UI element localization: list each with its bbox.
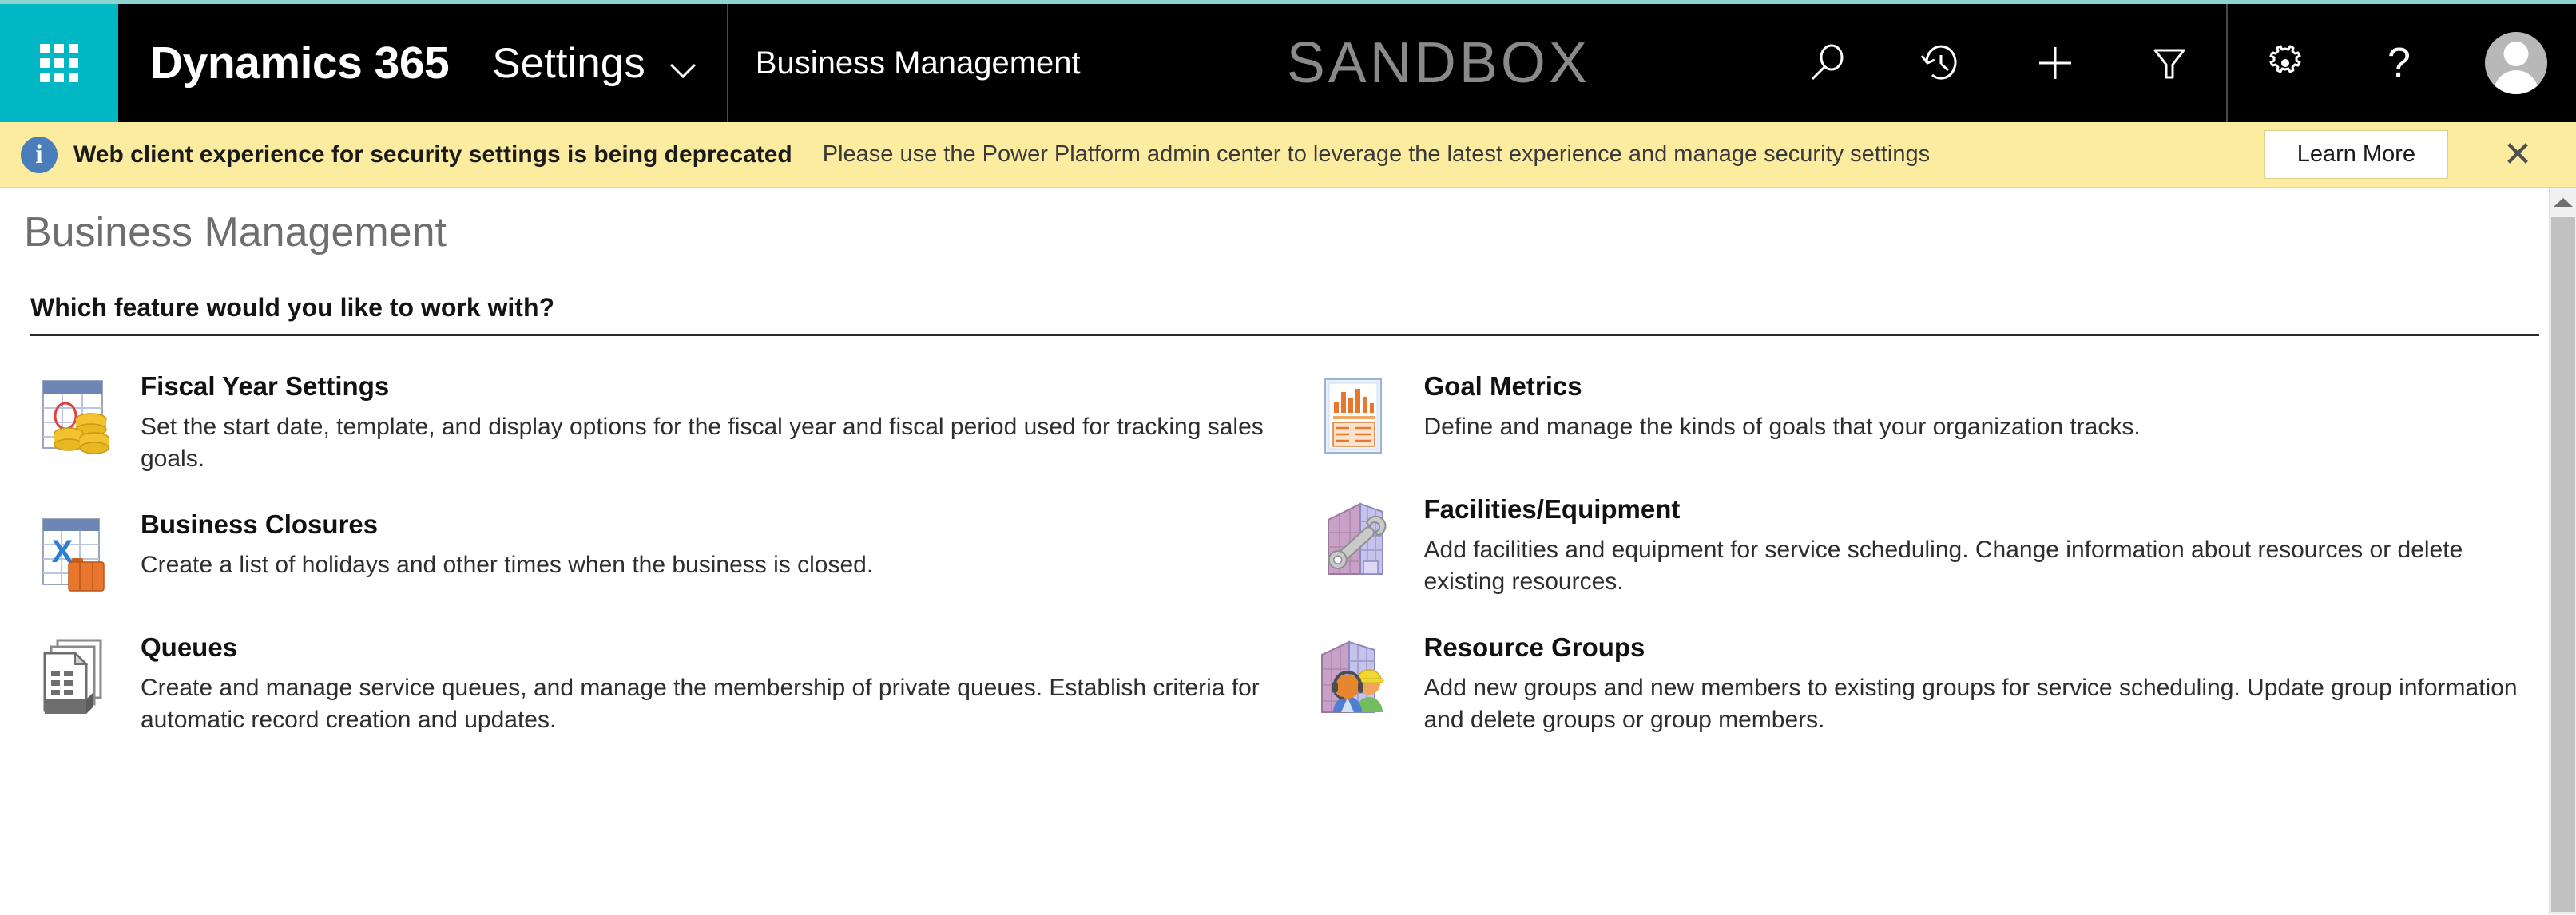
feature-title: Goal Metrics — [1423, 371, 1582, 401]
feature-description: Define and manage the kinds of goals tha… — [1423, 413, 2141, 440]
feature-text: Fiscal Year Settings Set the start date,… — [141, 371, 1264, 476]
feature-title: Fiscal Year Settings — [141, 371, 390, 401]
feature-item-fiscal-year-settings[interactable]: Fiscal Year Settings Set the start date,… — [30, 354, 1264, 492]
learn-more-button[interactable]: Learn More — [2264, 130, 2448, 179]
feature-column-right: Goal Metrics Define and manage the kinds… — [1311, 354, 2545, 753]
feature-column-left: Fiscal Year Settings Set the start date,… — [30, 354, 1264, 753]
history-icon[interactable] — [1883, 4, 1998, 122]
chevron-down-icon — [669, 42, 697, 90]
app-name-label: Settings — [492, 39, 645, 87]
module-breadcrumb[interactable]: Business Management — [728, 4, 1108, 122]
deprecation-banner: i Web client experience for security set… — [0, 122, 2576, 188]
feature-text: Resource Groups Add new groups and new m… — [1424, 632, 2545, 737]
filter-icon[interactable] — [2112, 4, 2226, 122]
feature-item-facilities-equipment[interactable]: Facilities/Equipment Add facilities and … — [1311, 477, 2545, 615]
app-launcher-button[interactable] — [0, 4, 118, 122]
feature-description: Create and manage service queues, and ma… — [141, 674, 1260, 734]
fiscal-year-calendar-coins-icon — [30, 374, 120, 461]
feature-item-goal-metrics[interactable]: Goal Metrics Define and manage the kinds… — [1311, 354, 2545, 477]
feature-text: Facilities/Equipment Add facilities and … — [1424, 494, 2545, 599]
page-title: Business Management — [24, 209, 447, 255]
brand-logo[interactable]: Dynamics 365 — [118, 4, 484, 122]
vertical-scrollbar[interactable] — [2549, 188, 2576, 914]
feature-text: Business Closures Create a list of holid… — [141, 509, 1264, 581]
waffle-grid-icon — [40, 44, 78, 82]
feature-description: Set the start date, template, and displa… — [141, 413, 1264, 473]
help-icon[interactable]: ? — [2342, 4, 2456, 122]
feature-grid: Fiscal Year Settings Set the start date,… — [0, 336, 2576, 753]
module-name-label: Business Management — [755, 45, 1081, 81]
feature-text: Goal Metrics Define and manage the kinds… — [1424, 371, 2545, 443]
info-icon: i — [21, 136, 58, 173]
user-avatar-button[interactable] — [2456, 32, 2576, 94]
scroll-up-arrow-icon[interactable] — [2550, 188, 2576, 216]
feature-description: Add new groups and new members to existi… — [1423, 674, 2518, 734]
feature-title: Facilities/Equipment — [1423, 494, 1681, 524]
feature-description: Create a list of holidays and other time… — [141, 551, 874, 578]
feature-item-queues[interactable]: Queues Create and manage service queues,… — [30, 615, 1264, 753]
feature-text: Queues Create and manage service queues,… — [141, 632, 1264, 737]
resource-groups-building-people-icon — [1311, 636, 1400, 722]
environment-watermark: SANDBOX — [1286, 31, 1590, 95]
top-navigation-bar: Dynamics 365 Settings Business Managemen… — [0, 0, 2576, 122]
section-heading: Which feature would you like to work wit… — [30, 293, 2539, 336]
queues-documents-icon — [30, 636, 120, 722]
plus-icon[interactable] — [1998, 4, 2112, 122]
help-question-glyph: ? — [2387, 40, 2411, 86]
avatar — [2485, 32, 2547, 94]
banner-message: Please use the Power Platform admin cent… — [822, 141, 1931, 167]
banner-title: Web client experience for security setti… — [73, 141, 792, 168]
scrollbar-thumb[interactable] — [2551, 217, 2575, 912]
facilities-equipment-building-wrench-icon — [1311, 497, 1400, 584]
content-area: Business Management Which feature would … — [0, 188, 2576, 914]
feature-description: Add facilities and equipment for service… — [1423, 536, 2463, 596]
feature-title: Resource Groups — [1423, 632, 1645, 662]
app-selector[interactable]: Settings — [484, 4, 728, 122]
feature-item-business-closures[interactable]: X Business Closures Create a list of hol… — [30, 492, 1264, 615]
close-icon[interactable]: ✕ — [2496, 133, 2539, 176]
gear-icon[interactable] — [2228, 4, 2342, 122]
feature-title: Queues — [141, 632, 238, 662]
business-closures-calendar-briefcase-icon: X — [30, 513, 120, 599]
goal-metrics-chart-icon — [1311, 374, 1400, 461]
brand-label: Dynamics 365 — [150, 38, 450, 89]
search-icon[interactable] — [1769, 4, 1883, 122]
feature-title: Business Closures — [141, 509, 379, 539]
top-bar-icon-group: ? — [1769, 4, 2576, 122]
feature-item-resource-groups[interactable]: Resource Groups Add new groups and new m… — [1311, 615, 2545, 753]
